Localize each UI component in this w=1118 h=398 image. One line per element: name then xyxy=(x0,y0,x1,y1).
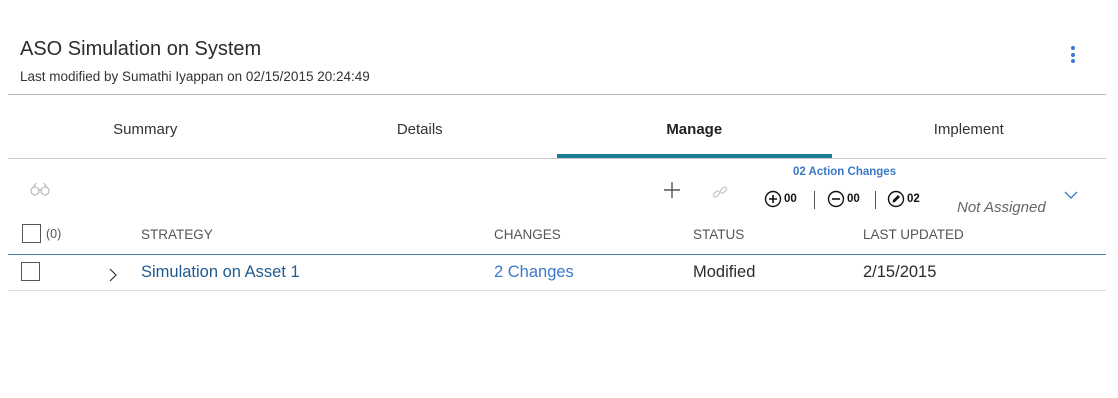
tab-details[interactable]: Details xyxy=(283,104,558,159)
changes-link[interactable]: 2 Changes xyxy=(494,263,574,282)
grid-header: (0) STRATEGY CHANGES STATUS LAST UPDATED xyxy=(8,220,1106,255)
added-counter: 00 xyxy=(764,190,797,208)
select-all-checkbox[interactable] xyxy=(22,224,41,243)
page-header: ASO Simulation on System Last modified b… xyxy=(20,38,370,84)
more-options-icon[interactable] xyxy=(1068,46,1078,66)
tabs-divider xyxy=(8,158,1106,159)
tab-implement[interactable]: Implement xyxy=(832,104,1107,159)
selected-count: (0) xyxy=(46,227,62,241)
added-count: 00 xyxy=(784,193,797,205)
column-header-strategy[interactable]: STRATEGY xyxy=(141,227,213,242)
page-title: ASO Simulation on System xyxy=(20,38,262,60)
row-checkbox[interactable] xyxy=(21,262,40,281)
column-header-changes[interactable]: CHANGES xyxy=(494,227,561,242)
binoculars-icon[interactable] xyxy=(30,182,52,196)
minus-circle-icon xyxy=(827,190,845,208)
column-header-status[interactable]: STATUS xyxy=(693,227,744,242)
plus-icon[interactable] xyxy=(662,180,682,200)
chevron-right-icon[interactable] xyxy=(108,267,118,283)
tab-summary[interactable]: Summary xyxy=(8,104,283,159)
separator xyxy=(875,191,876,209)
last-updated-value: 2/15/2015 xyxy=(863,263,937,281)
table-row[interactable]: Simulation on Asset 1 2 Changes Modified… xyxy=(8,255,1106,291)
tab-bar: Summary Details Manage Implement xyxy=(8,104,1106,159)
tab-manage[interactable]: Manage xyxy=(557,104,832,159)
assignee-select[interactable]: Not Assigned xyxy=(957,199,1046,216)
separator xyxy=(814,191,815,209)
action-changes-summary[interactable]: 02 Action Changes xyxy=(793,166,896,178)
removed-counter: 00 xyxy=(827,190,860,208)
modified-counter: 02 xyxy=(887,190,920,208)
chevron-down-icon[interactable] xyxy=(1064,190,1078,200)
plus-circle-icon xyxy=(764,190,782,208)
status-value: Modified xyxy=(693,263,756,281)
header-divider xyxy=(8,94,1106,95)
last-modified-text: Last modified by Sumathi Iyappan on 02/1… xyxy=(20,69,370,84)
pencil-circle-icon xyxy=(887,190,905,208)
removed-count: 00 xyxy=(847,193,860,205)
link-icon[interactable] xyxy=(712,184,728,200)
strategy-link[interactable]: Simulation on Asset 1 xyxy=(141,263,300,282)
modified-count: 02 xyxy=(907,193,920,205)
column-header-last-updated[interactable]: LAST UPDATED xyxy=(863,227,964,242)
